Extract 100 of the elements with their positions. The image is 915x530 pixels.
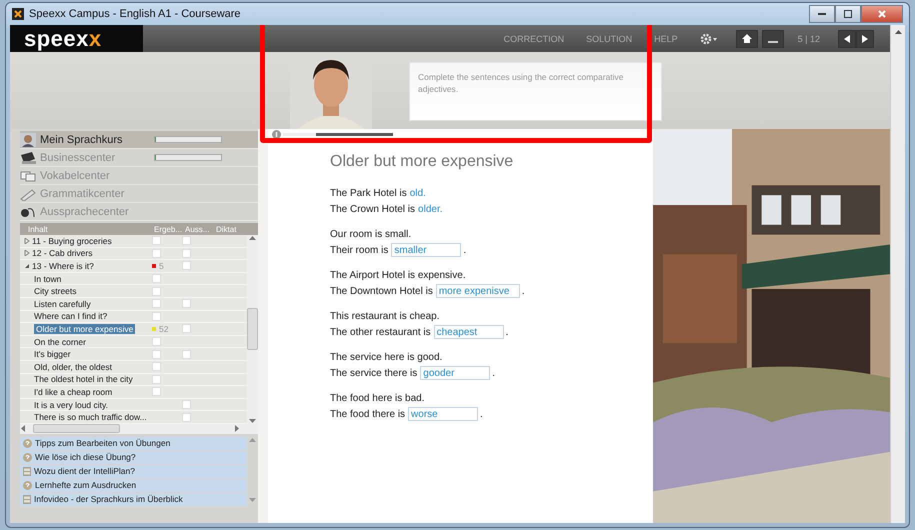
score: 52 — [159, 324, 168, 334]
right-arrow-icon — [862, 34, 868, 42]
checkbox[interactable] — [182, 261, 191, 270]
info-icon[interactable] — [272, 130, 281, 139]
info-topic[interactable]: Wozu dient der IntelliPlan? — [20, 464, 247, 478]
home-icon — [742, 34, 752, 43]
answer-text: old. — [410, 188, 426, 198]
checkbox[interactable] — [152, 387, 161, 396]
answer-field[interactable]: worse — [408, 407, 478, 421]
scroll-thumb[interactable] — [33, 424, 120, 434]
film-icon — [23, 494, 31, 504]
laptop-icon — [20, 150, 36, 164]
scrollbar[interactable] — [20, 424, 258, 434]
score: 5 — [159, 260, 164, 271]
checkbox[interactable] — [182, 299, 191, 308]
scroll-up-icon[interactable] — [894, 29, 902, 34]
tree-item[interactable]: 12 - Cab drivers — [32, 248, 92, 258]
tree-item[interactable]: There is so much traffic dow... — [34, 412, 147, 422]
checkbox[interactable] — [152, 312, 161, 321]
tree-item[interactable]: On the corner — [34, 336, 86, 347]
tree-item[interactable]: It is a very loud city. — [34, 400, 108, 410]
tree-item[interactable]: I'd like a cheap room — [34, 386, 112, 397]
sentence: The service here is good. — [330, 352, 442, 362]
next-button[interactable] — [856, 30, 874, 48]
close-button[interactable] — [861, 5, 903, 23]
checkbox[interactable] — [152, 274, 161, 284]
expanded-icon[interactable] — [24, 262, 30, 269]
checkbox[interactable] — [182, 248, 191, 258]
sentence: Our room is small. — [330, 228, 412, 240]
scroll-left-icon[interactable] — [20, 425, 25, 432]
info-topic[interactable]: Wie löse ich diese Übung? — [20, 450, 247, 464]
tree-item[interactable]: In town — [34, 274, 62, 284]
sentence: The Downtown Hotel is — [330, 286, 433, 296]
checkbox[interactable] — [182, 236, 191, 246]
scroll-thumb[interactable] — [247, 308, 258, 350]
tree-item[interactable]: 13 - Where is it? — [32, 260, 94, 271]
sentence: The Park Hotel is — [330, 188, 407, 198]
checkbox[interactable] — [152, 350, 161, 359]
tree-item[interactable]: City streets — [34, 286, 77, 296]
answer-field[interactable]: more expenisve — [436, 284, 520, 298]
tree-item[interactable]: Where can I find it? — [34, 311, 108, 322]
maximize-button[interactable] — [835, 5, 861, 23]
sentence: The food there is — [330, 408, 406, 420]
sentence-end: . — [522, 286, 525, 296]
instruction-text: Complete the sentences using the correct comparative adjectives. — [409, 62, 662, 121]
checkbox[interactable] — [182, 324, 191, 334]
sentence: The other restaurant is — [330, 326, 431, 338]
maximize-icon — [844, 10, 852, 18]
answer-field[interactable]: gooder — [420, 366, 490, 380]
tree-item[interactable]: It's bigger — [34, 349, 71, 360]
checkbox[interactable] — [182, 412, 191, 422]
scrollbar[interactable] — [890, 25, 905, 523]
collapsed-icon[interactable] — [24, 238, 30, 244]
tree-item[interactable]: 11 - Buying groceries — [32, 236, 112, 246]
checkbox[interactable] — [182, 400, 191, 410]
collapsed-icon[interactable] — [24, 250, 30, 256]
tree-item[interactable]: Old, older, the oldest — [34, 362, 112, 372]
gear-icon[interactable] — [700, 32, 718, 44]
film-icon — [23, 466, 31, 476]
scrollbar[interactable] — [247, 235, 258, 424]
answer-field[interactable]: cheapest — [434, 325, 504, 339]
checkbox[interactable] — [152, 374, 161, 384]
tree-item[interactable]: Listen carefully — [34, 298, 91, 309]
answer-text: older. — [418, 204, 442, 214]
minimize-icon — [818, 12, 826, 16]
pen-icon — [20, 186, 36, 200]
checkbox[interactable] — [152, 248, 161, 258]
answer-field[interactable]: smaller — [391, 243, 462, 257]
info-topic[interactable]: Infovideo - der Sprachkurs im Überblick — [20, 492, 247, 506]
sentence-end: . — [480, 408, 483, 420]
app-icon — [12, 8, 24, 20]
minimize-button[interactable] — [809, 5, 835, 23]
tree-item[interactable]: The oldest hotel in the city — [34, 374, 133, 384]
scroll-right-icon[interactable] — [235, 425, 240, 432]
info-topic[interactable]: Lernhefte zum Ausdrucken — [20, 478, 247, 492]
person-icon — [20, 132, 36, 146]
checkbox[interactable] — [152, 337, 161, 346]
previous-button[interactable] — [838, 30, 856, 48]
sentence-end: . — [492, 368, 496, 378]
sentence-end: . — [506, 326, 508, 338]
sentence-end: . — [463, 244, 466, 256]
checkbox[interactable] — [152, 236, 161, 246]
checkbox[interactable] — [152, 286, 161, 296]
checkbox[interactable] — [182, 350, 191, 359]
scrollbar[interactable] — [247, 436, 258, 503]
question-icon — [23, 452, 32, 462]
sentence: The food here is bad. — [330, 392, 425, 404]
checkbox[interactable] — [152, 299, 161, 308]
window-title: Speexx Campus - English A1 - Courseware — [29, 8, 241, 20]
home-button[interactable] — [736, 30, 758, 48]
minimize-button[interactable] — [762, 30, 784, 48]
info-topic[interactable]: Tipps zum Bearbeiten von Übungen — [20, 436, 247, 450]
sentence: This restaurant is cheap. — [330, 310, 440, 322]
close-icon — [878, 10, 886, 18]
tree-item[interactable]: Older but more expensive — [34, 324, 136, 334]
checkbox[interactable] — [152, 362, 161, 372]
nav-item[interactable]: Mein Sprachkurs — [20, 131, 258, 149]
sentence: The Crown Hotel is — [330, 204, 416, 214]
question-icon — [23, 480, 32, 490]
scroll-down-icon[interactable] — [249, 498, 256, 503]
